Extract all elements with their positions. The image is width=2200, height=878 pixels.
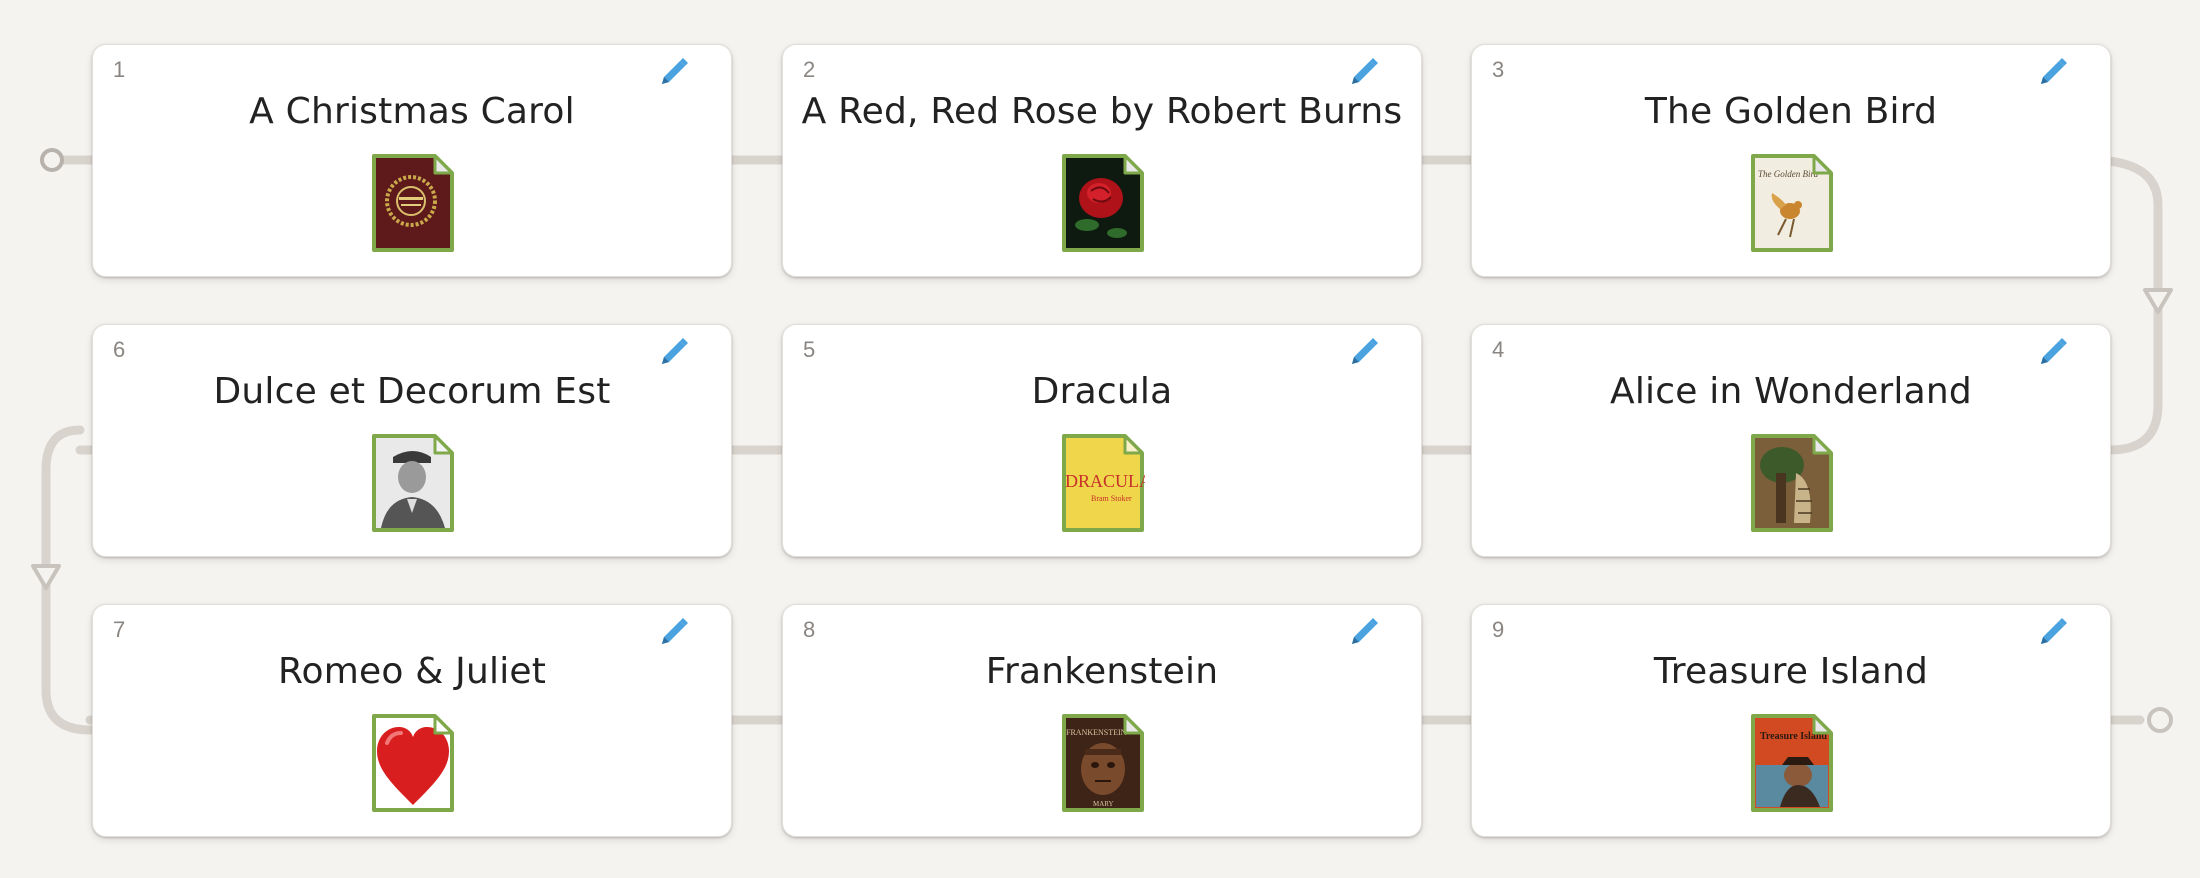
pencil-icon[interactable] [1347,615,1381,649]
card-4[interactable]: 4 Alice in Wonderland [1471,324,2111,557]
pencil-icon[interactable] [2036,615,2070,649]
card-title: Frankenstein [985,651,1219,692]
triangle-down-icon [2143,288,2173,314]
card-title: Dracula [1031,371,1173,412]
card-9[interactable]: 9 Treasure Island Treasure Island [1471,604,2111,837]
pencil-icon[interactable] [2036,55,2070,89]
alice-cover-icon[interactable] [1750,433,1834,533]
card-number: 1 [113,57,126,82]
heart-icon[interactable] [371,713,455,813]
card-title: Dulce et Decorum Est [213,371,611,412]
thumb-text: DRACULA [1065,471,1145,491]
card-2[interactable]: 2 A Red, Red Rose by Robert Burns [782,44,1422,277]
card-1[interactable]: 1 A Christmas Carol [92,44,732,277]
thumb-text: The Golden Bird [1758,169,1819,179]
card-8[interactable]: 8 Frankenstein FRANKENSTEIN MARY [782,604,1422,837]
dracula-cover-icon[interactable]: DRACULA Bram Stoker [1061,433,1145,533]
thumb-subtext: Bram Stoker [1091,494,1132,503]
pencil-icon[interactable] [1347,55,1381,89]
card-number: 6 [113,337,126,362]
frankenstein-cover-icon[interactable]: FRANKENSTEIN MARY [1061,713,1145,813]
golden-bird-cover-icon[interactable]: The Golden Bird [1750,153,1834,253]
treasure-island-cover-icon[interactable]: Treasure Island [1750,713,1834,813]
card-6[interactable]: 6 Dulce et Decorum Est [92,324,732,557]
card-number: 2 [803,57,816,82]
card-title: Alice in Wonderland [1610,371,1972,412]
circle-start-icon [40,148,64,172]
pencil-icon[interactable] [657,335,691,369]
pencil-icon[interactable] [657,615,691,649]
card-title: A Christmas Carol [249,91,575,132]
thumb-subtext: MARY [1093,800,1114,808]
card-title: A Red, Red Rose by Robert Burns [801,91,1403,132]
card-number: 9 [1492,617,1505,642]
card-number: 3 [1492,57,1505,82]
soldier-portrait-icon[interactable] [371,433,455,533]
card-number: 4 [1492,337,1505,362]
pencil-icon[interactable] [1347,335,1381,369]
card-number: 8 [803,617,816,642]
circle-end-icon [2147,707,2173,733]
card-7[interactable]: 7 Romeo & Juliet [92,604,732,837]
card-title: The Golden Bird [1644,91,1938,132]
pencil-icon[interactable] [2036,335,2070,369]
card-title: Romeo & Juliet [277,651,547,692]
christmas-carol-cover-icon[interactable] [371,153,455,253]
card-number: 5 [803,337,816,362]
card-3[interactable]: 3 The Golden Bird The Golden Bird [1471,44,2111,277]
pencil-icon[interactable] [657,55,691,89]
card-title: Treasure Island [1653,651,1929,692]
triangle-down-icon [31,564,61,590]
red-rose-icon[interactable] [1061,153,1145,253]
thumb-text: FRANKENSTEIN [1066,728,1127,737]
card-number: 7 [113,617,126,642]
card-5[interactable]: 5 Dracula DRACULA Bram Stoker [782,324,1422,557]
